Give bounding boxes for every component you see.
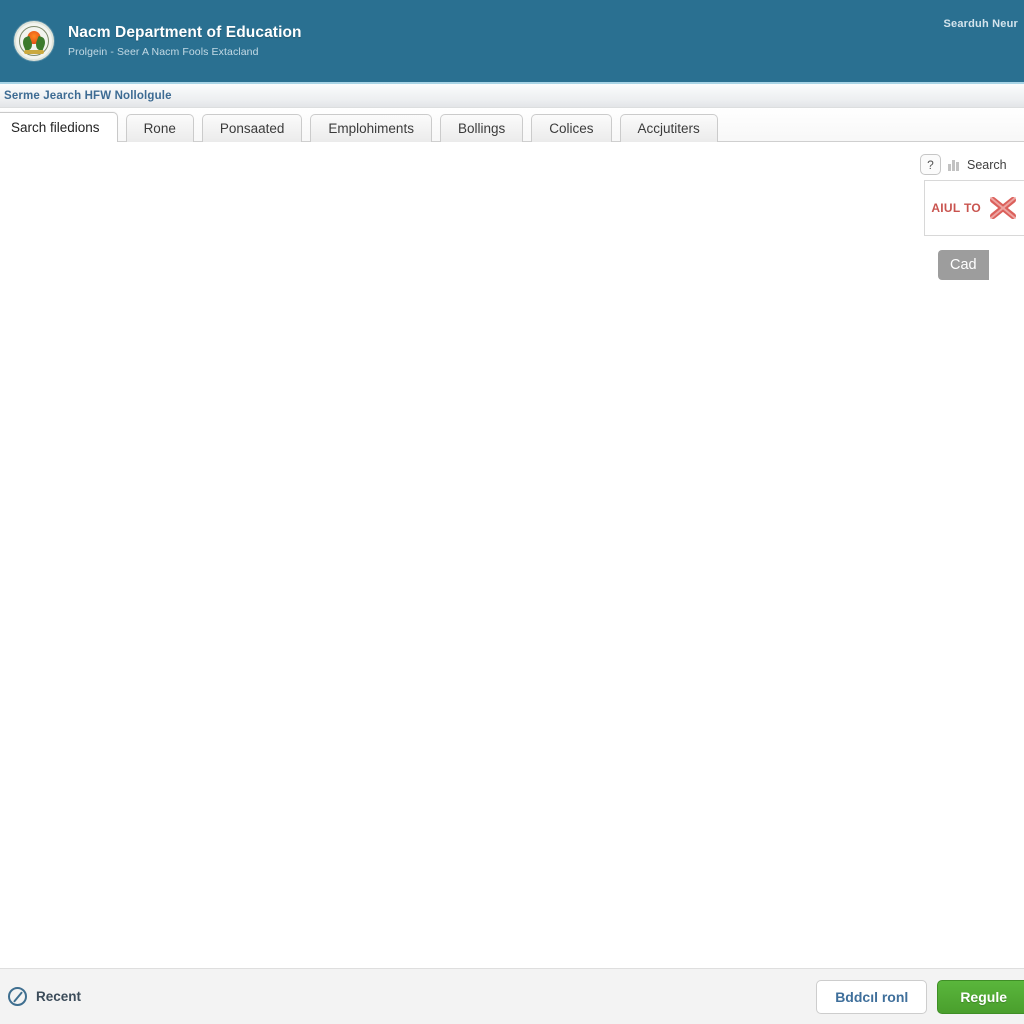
footer-actions: Bddcıl ronl Regule bbox=[816, 979, 1024, 1014]
tab-label: Colices bbox=[549, 121, 594, 136]
tab-label: Sarch filedions bbox=[11, 120, 100, 135]
brand-text: Nacm Department of Education Prolgein - … bbox=[68, 23, 302, 59]
tab-colices[interactable]: Colices bbox=[531, 114, 612, 142]
application-window: Nacm Department of Education Prolgein - … bbox=[0, 0, 1024, 1024]
tab-rone[interactable]: Rone bbox=[125, 114, 194, 142]
tab-label: Ponsaated bbox=[219, 121, 285, 136]
brand[interactable]: Nacm Department of Education Prolgein - … bbox=[14, 21, 302, 61]
header-search-link[interactable]: Searduh Neur bbox=[943, 18, 1018, 30]
breadcrumb-bar: Serme Jearch HFW Nollolgule bbox=[0, 82, 1024, 108]
tab-label: Accjutiters bbox=[637, 121, 700, 136]
recent-label: Recent bbox=[36, 989, 82, 1004]
tab-label: Rone bbox=[143, 121, 176, 136]
red-cross-icon[interactable] bbox=[986, 193, 1020, 223]
side-panel: ? Search AIUL TO Cad bbox=[914, 154, 1024, 280]
tab-sarch-filedions[interactable]: Sarch filedions bbox=[0, 112, 118, 143]
side-panel-header: ? Search bbox=[914, 154, 1024, 180]
main-content: ? Search AIUL TO Cad bbox=[0, 142, 1024, 968]
government-seal-icon bbox=[14, 21, 54, 61]
breadcrumb[interactable]: Serme Jearch HFW Nollolgule bbox=[4, 90, 172, 102]
tab-ponsaated[interactable]: Ponsaated bbox=[201, 114, 303, 142]
side-panel-title: Search bbox=[967, 157, 1007, 172]
site-subtitle: Prolgein - Seer A Nacm Fools Extacland bbox=[68, 45, 259, 58]
header-actions: Searduh Neur bbox=[943, 18, 1018, 30]
cancel-button[interactable]: Bddcıl ronl bbox=[816, 979, 928, 1014]
tab-bar: Sarch filedions Rone Ponsaated Emplohime… bbox=[0, 108, 1024, 143]
footer-bar: Recent Bddcıl ronl Regule bbox=[0, 968, 1024, 1024]
submit-button[interactable]: Regule bbox=[937, 979, 1024, 1014]
tab-label: Bollings bbox=[457, 121, 506, 136]
bar-chart-icon bbox=[948, 159, 960, 171]
add-to-label: AIUL TO bbox=[931, 201, 981, 215]
help-icon[interactable]: ? bbox=[920, 154, 941, 175]
tab-accjutiters[interactable]: Accjutiters bbox=[619, 114, 718, 142]
recent-link[interactable]: Recent bbox=[8, 987, 81, 1006]
cad-button[interactable]: Cad bbox=[938, 250, 989, 280]
tab-label: Emplohiments bbox=[328, 121, 414, 136]
site-header: Nacm Department of Education Prolgein - … bbox=[0, 0, 1024, 82]
clock-icon bbox=[8, 987, 27, 1006]
tab-emplohiments[interactable]: Emplohiments bbox=[310, 114, 432, 142]
site-title: Nacm Department of Education bbox=[68, 24, 302, 42]
side-panel-card[interactable]: AIUL TO bbox=[924, 180, 1024, 236]
tab-bollings[interactable]: Bollings bbox=[439, 114, 524, 142]
